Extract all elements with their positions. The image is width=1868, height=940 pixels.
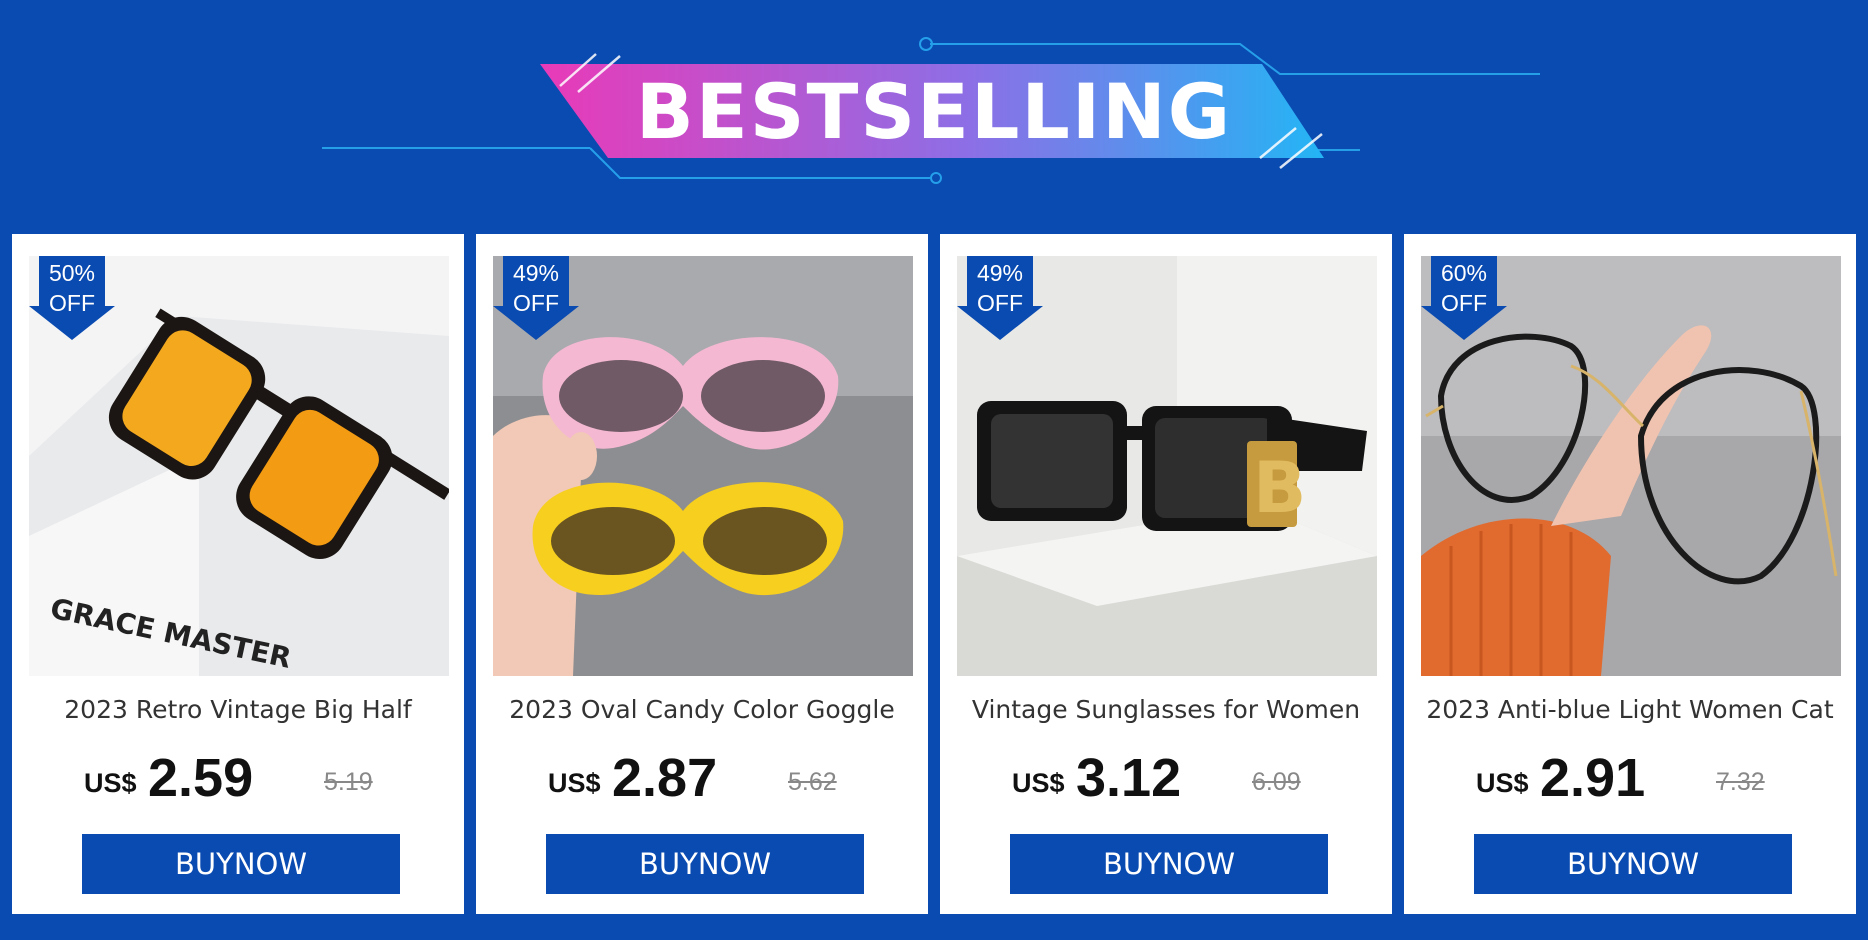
product-grid: GRACE MASTER 50% OFF 2023 Retro Vintage B… (12, 234, 1858, 914)
discount-percent: 50% (48, 260, 96, 286)
discount-label: OFF (977, 290, 1023, 316)
product-card[interactable]: 60% OFF 2023 Anti-blue Light Women Cat US… (1404, 234, 1856, 914)
product-card[interactable]: 49% OFF 2023 Oval Candy Color Goggle US$ … (476, 234, 928, 914)
product-image[interactable]: 49% OFF (493, 256, 913, 676)
bestselling-banner: BESTSELLING (0, 0, 1868, 230)
price-row: US$ 2.87 5.62 (476, 742, 928, 812)
product-image[interactable]: B 49% OFF (957, 256, 1377, 676)
currency: US$ (1012, 768, 1065, 798)
buy-now-button[interactable]: BUYNOW (82, 834, 400, 894)
page-title: BESTSELLING (635, 67, 1233, 156)
product-title[interactable]: 2023 Retro Vintage Big Half (26, 692, 450, 728)
price: 2.87 (612, 748, 718, 808)
discount-label: OFF (49, 290, 95, 316)
original-price: 6.09 (1252, 768, 1301, 796)
product-card[interactable]: B 49% OFF Vintage Sunglasses for Women US… (940, 234, 1392, 914)
discount-label: OFF (513, 290, 559, 316)
discount-percent: 49% (512, 260, 560, 286)
product-title[interactable]: Vintage Sunglasses for Women (954, 692, 1378, 728)
discount-badge: 60% OFF (1421, 256, 1507, 340)
buy-now-button[interactable]: BUYNOW (1474, 834, 1792, 894)
logo-letter: B (1253, 447, 1306, 529)
price: 2.91 (1540, 748, 1646, 808)
discount-badge: 49% OFF (493, 256, 579, 340)
discount-badge: 50% OFF (29, 256, 115, 340)
buy-now-button[interactable]: BUYNOW (1010, 834, 1328, 894)
price-row: US$ 2.91 7.32 (1404, 742, 1856, 812)
discount-percent: 60% (1440, 260, 1488, 286)
currency: US$ (548, 768, 601, 798)
discount-label: OFF (1441, 290, 1487, 316)
currency: US$ (1476, 768, 1529, 798)
original-price: 5.19 (324, 768, 373, 796)
original-price: 5.62 (788, 768, 837, 796)
product-card[interactable]: GRACE MASTER 50% OFF 2023 Retro Vintage B… (12, 234, 464, 914)
price-row: US$ 2.59 5.19 (12, 742, 464, 812)
original-price: 7.32 (1716, 768, 1765, 796)
buy-now-button[interactable]: BUYNOW (546, 834, 864, 894)
product-image[interactable]: GRACE MASTER 50% OFF (29, 256, 449, 676)
price-row: US$ 3.12 6.09 (940, 742, 1392, 812)
currency: US$ (84, 768, 137, 798)
discount-badge: 49% OFF (957, 256, 1043, 340)
discount-percent: 49% (976, 260, 1024, 286)
product-image[interactable]: 60% OFF (1421, 256, 1841, 676)
product-title[interactable]: 2023 Anti-blue Light Women Cat (1418, 692, 1842, 728)
price: 3.12 (1076, 748, 1182, 808)
price: 2.59 (148, 748, 254, 808)
product-title[interactable]: 2023 Oval Candy Color Goggle (490, 692, 914, 728)
